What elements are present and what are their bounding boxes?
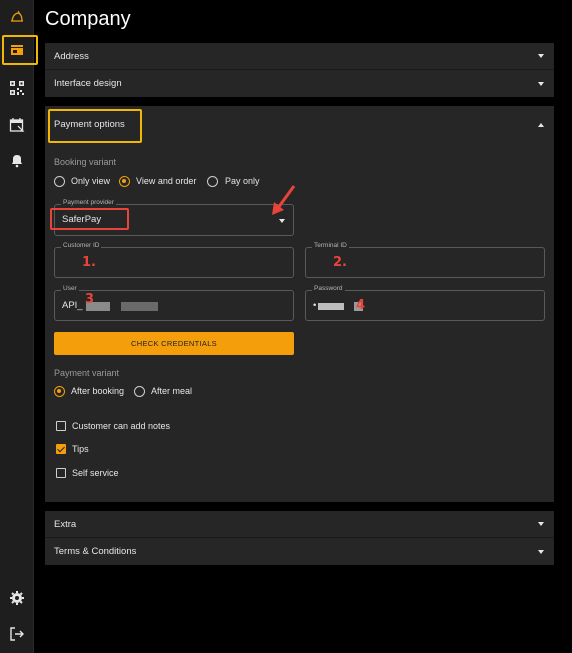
logout-icon[interactable] [0,619,34,649]
customer-id-legend: Customer ID [61,242,102,249]
accordion-interface-label: Interface design [54,78,122,89]
password-value: • [313,300,317,311]
radio-view-and-order-label: View and order [136,176,197,186]
page-title: Company [45,8,131,30]
chevron-down-icon [538,522,544,526]
payment-variant-label: Payment variant [54,368,120,378]
annotation-4: 4 [356,298,366,313]
logo-icon[interactable] [0,2,34,32]
terminal-id-legend: Terminal ID [312,242,349,249]
checkbox-customer-notes[interactable] [56,421,66,431]
payment-provider-legend: Payment provider [61,199,116,206]
dropdown-arrow-icon [279,219,285,223]
accordion-extra[interactable]: Extra [45,511,554,538]
payment-options-highlight [48,109,142,143]
password-field[interactable]: Password • [305,285,545,321]
accordion-group-top: Address Interface design [45,43,554,97]
provider-red-highlight [50,208,129,230]
checkbox-tips-label: Tips [72,444,89,454]
accordion-interface-design[interactable]: Interface design [45,70,554,97]
check-credentials-button[interactable]: CHECK CREDENTIALS [54,332,294,355]
radio-after-booking[interactable] [54,386,65,397]
radio-after-meal-label: After meal [151,386,193,396]
radio-only-view[interactable] [54,176,65,187]
booking-variant-label: Booking variant [54,157,117,167]
radio-view-and-order[interactable] [119,176,130,187]
payment-options-panel: Payment options Booking variant Only vie… [45,106,554,502]
calendar-icon[interactable] [0,110,34,140]
sidebar [0,0,38,653]
qr-code-icon[interactable] [0,73,34,103]
radio-after-booking-label: After booking [71,386,125,396]
annotation-3: 3 [85,292,95,307]
user-value: API_ [62,300,83,311]
password-legend: Password [312,285,345,292]
radio-pay-only[interactable] [207,176,218,187]
accordion-extra-label: Extra [54,518,77,530]
annotation-1: 1. [82,255,96,270]
accordion-terms-label: Terms & Conditions [54,546,137,557]
checkbox-self-service-label: Self service [72,468,119,478]
accordion-group-bottom: Extra Terms & Conditions [45,511,554,565]
redacted-block [318,303,344,310]
radio-pay-only-label: Pay only [225,176,260,186]
checkbox-tips[interactable] [56,444,66,454]
checkbox-customer-notes-label: Customer can add notes [72,421,171,431]
chevron-down-icon [538,54,544,58]
user-legend: User [61,285,79,292]
chevron-down-icon [538,81,544,86]
accordion-address[interactable]: Address [45,43,554,70]
annotation-2: 2. [333,255,347,270]
accordion-terms[interactable]: Terms & Conditions [45,538,554,565]
chevron-up-icon [538,122,544,127]
store-icon[interactable] [0,35,34,65]
bell-icon[interactable] [0,145,34,175]
chevron-down-icon [538,549,544,554]
radio-after-meal[interactable] [134,386,145,397]
radio-only-view-label: Only view [71,176,111,186]
redacted-block [121,302,158,311]
red-arrow-icon [272,185,296,215]
gear-icon[interactable] [0,583,34,613]
accordion-address-label: Address [54,50,89,62]
checkbox-self-service[interactable] [56,468,66,478]
